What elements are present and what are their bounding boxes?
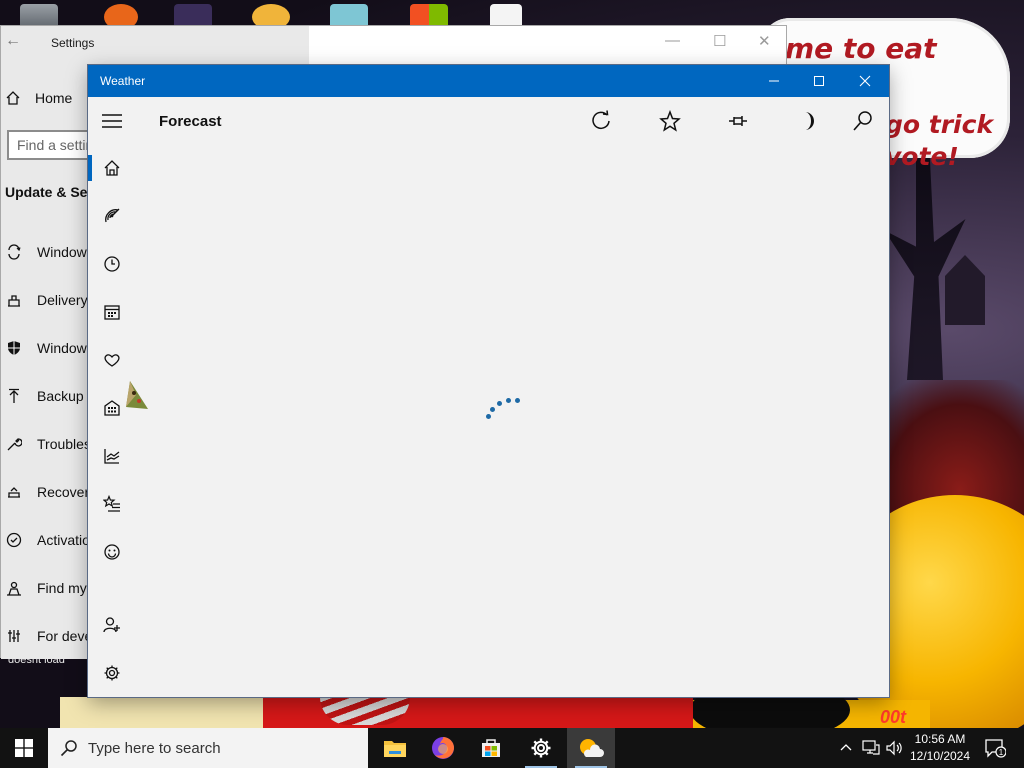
building-icon[interactable] — [100, 396, 124, 420]
recovery-icon — [5, 483, 23, 501]
microsoft-store-icon[interactable] — [467, 728, 515, 768]
volume-icon[interactable] — [884, 728, 904, 768]
person-pin-icon — [5, 579, 23, 597]
minimize-icon[interactable] — [751, 65, 797, 97]
hamburger-menu-icon[interactable] — [100, 111, 124, 131]
weather-header: Forecast — [88, 97, 889, 145]
settings-gear-icon[interactable] — [100, 661, 124, 685]
settings-title: Settings — [51, 36, 95, 50]
weather-nav-rail — [88, 145, 148, 697]
calendar-icon[interactable] — [100, 300, 124, 324]
clock-time: 10:56 AM — [914, 732, 966, 746]
weather-window: Weather Forecast — [88, 65, 889, 697]
refresh-icon[interactable] — [586, 107, 616, 135]
chart-icon[interactable] — [100, 444, 124, 468]
chevron-up-icon[interactable] — [836, 728, 856, 768]
search-icon — [60, 740, 77, 757]
home-icon[interactable] — [100, 156, 124, 180]
maximize-icon[interactable]: ☐ — [713, 32, 726, 50]
page-title: Forecast — [159, 113, 222, 130]
add-user-icon[interactable] — [100, 613, 124, 637]
minimize-icon[interactable]: — — [665, 32, 680, 49]
home-label: Home — [35, 90, 73, 106]
taskbar-search-box[interactable]: Type here to search — [48, 728, 368, 768]
notification-count: 1 — [999, 748, 1004, 757]
weather-app-icon[interactable] — [567, 728, 615, 768]
favorite-star-icon[interactable] — [655, 107, 685, 135]
loading-spinner — [485, 395, 525, 425]
check-circle-icon — [5, 531, 23, 549]
weather-window-title: Weather — [100, 74, 146, 88]
settings-nav-backup[interactable]: Backup — [5, 386, 84, 406]
heart-leaf-icon[interactable] — [100, 348, 124, 372]
windows-start-icon[interactable] — [0, 728, 48, 768]
nav-selection-indicator — [88, 155, 92, 181]
close-icon[interactable] — [842, 65, 888, 97]
search-icon[interactable] — [848, 107, 878, 135]
nav-label: Backup — [37, 388, 84, 404]
home-icon — [6, 91, 20, 105]
settings-nav-activation[interactable]: Activation — [5, 530, 98, 550]
backup-icon — [5, 387, 23, 405]
pin-icon[interactable] — [723, 107, 753, 135]
firefox-icon[interactable] — [419, 728, 467, 768]
wallpaper-panel — [60, 697, 265, 728]
cursor-sticker-icon — [126, 381, 148, 409]
clock-date: 12/10/2024 — [909, 749, 971, 763]
settings-home-button[interactable]: Home — [5, 90, 72, 106]
maximize-icon[interactable] — [796, 65, 842, 97]
network-icon[interactable] — [860, 728, 882, 768]
file-explorer-icon[interactable] — [371, 728, 419, 768]
smiley-icon[interactable] — [100, 540, 124, 564]
taskbar-search-placeholder: Type here to search — [88, 739, 221, 757]
developer-icon — [5, 627, 23, 645]
close-icon[interactable]: ✕ — [758, 32, 771, 50]
settings-gear-icon[interactable] — [517, 728, 565, 768]
radar-icon[interactable] — [100, 204, 124, 228]
wallpaper-flag — [320, 697, 410, 725]
wallpaper-sign: 00t — [880, 707, 907, 727]
shield-icon — [5, 339, 23, 357]
wallpaper-house — [945, 255, 985, 325]
notification-center-icon[interactable]: 1 — [980, 728, 1010, 768]
settings-nav-recovery[interactable]: Recovery — [5, 482, 96, 502]
dark-mode-moon-icon[interactable] — [791, 107, 821, 135]
wrench-icon — [5, 435, 23, 453]
delivery-icon — [5, 291, 23, 309]
star-list-icon[interactable] — [100, 492, 124, 516]
back-arrow-icon[interactable]: ← — [5, 32, 21, 50]
taskbar: Type here to search 10:56 AM 12/10/2024 … — [0, 728, 1024, 768]
weather-titlebar: Weather — [88, 65, 889, 97]
taskbar-clock[interactable]: 10:56 AM 12/10/2024 — [906, 731, 974, 765]
settings-titlebar: ← Settings — ☐ ✕ — [1, 26, 786, 58]
sync-icon — [5, 243, 23, 261]
clock-icon[interactable] — [100, 252, 124, 276]
